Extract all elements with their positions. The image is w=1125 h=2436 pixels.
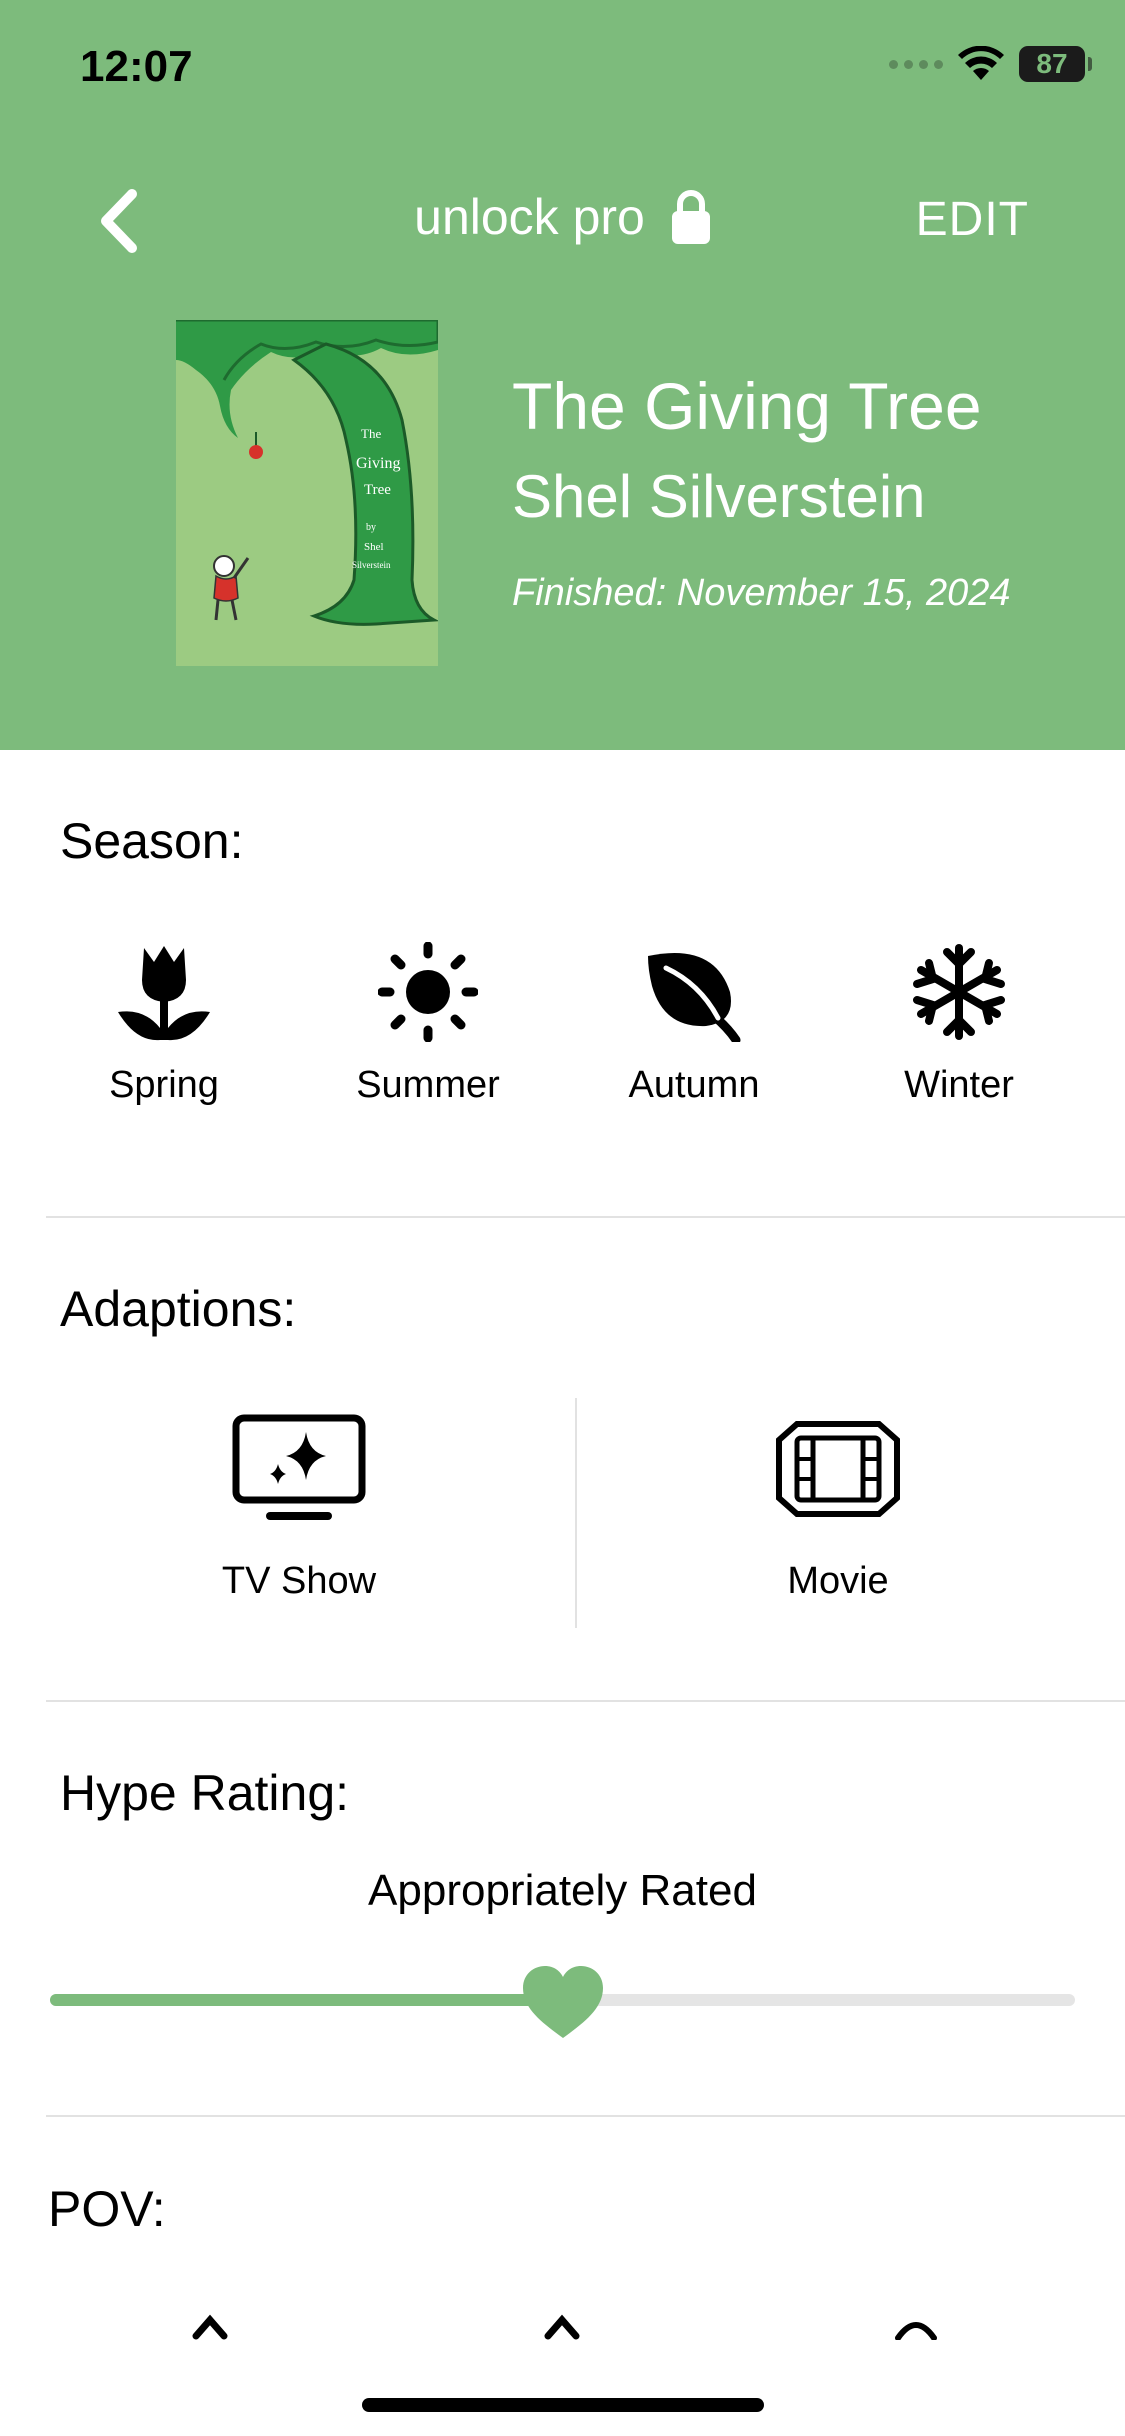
season-summer-option[interactable]: Summer: [338, 942, 518, 1107]
season-winter-option[interactable]: Winter: [869, 942, 1049, 1107]
adaption-tv-show-option[interactable]: TV Show: [149, 1414, 449, 1603]
lock-icon: [671, 190, 710, 244]
edit-button[interactable]: EDIT: [916, 192, 1029, 247]
status-time: 12:07: [80, 42, 193, 91]
book-cover: The Giving Tree by Shel Silverstein: [176, 320, 438, 666]
pov-second-person-icon[interactable]: [532, 2312, 592, 2340]
unlock-pro-label: unlock pro: [414, 189, 645, 245]
cellular-signal-icon: [889, 59, 943, 69]
hype-rating-label: Hype Rating:: [60, 1765, 350, 1821]
adaption-option-label: Movie: [787, 1560, 889, 1602]
snowflake-icon: [913, 944, 1005, 1040]
svg-text:Silverstein: Silverstein: [352, 560, 391, 570]
svg-text:The: The: [361, 426, 381, 441]
adaption-movie-option[interactable]: Movie: [688, 1414, 988, 1603]
svg-text:Tree: Tree: [364, 482, 391, 498]
giving-tree-illustration: The Giving Tree by Shel Silverstein: [176, 320, 438, 666]
finished-date: Finished: November 15, 2024: [512, 572, 1011, 614]
section-divider: [46, 2115, 1125, 2117]
hype-rating-slider[interactable]: [50, 1966, 1075, 2038]
adaptions-divider: [575, 1398, 577, 1628]
film-icon: [776, 1421, 900, 1517]
svg-text:Giving: Giving: [356, 455, 400, 472]
pov-label: POV:: [48, 2181, 166, 2237]
season-label: Season:: [60, 813, 244, 869]
pov-third-person-icon[interactable]: [886, 2312, 946, 2340]
battery-icon: 87: [1019, 46, 1092, 82]
svg-text:Shel: Shel: [364, 541, 384, 553]
wifi-icon: [958, 46, 1004, 80]
heart-thumb-icon[interactable]: [521, 1964, 605, 2040]
season-option-label: Summer: [356, 1064, 500, 1106]
season-spring-option[interactable]: Spring: [74, 942, 254, 1107]
pov-first-person-icon[interactable]: [180, 2312, 240, 2340]
section-divider: [46, 1216, 1125, 1218]
tv-sparkle-icon: [232, 1414, 366, 1520]
section-divider: [46, 1700, 1125, 1702]
slider-fill: [50, 1994, 563, 2006]
hype-rating-value: Appropriately Rated: [368, 1866, 757, 1915]
adaption-option-label: TV Show: [221, 1560, 377, 1602]
adaptions-label: Adaptions:: [60, 1281, 297, 1337]
svg-text:by: by: [366, 522, 376, 533]
leaf-icon: [648, 952, 741, 1042]
season-option-label: Winter: [904, 1064, 1014, 1106]
season-autumn-option[interactable]: Autumn: [604, 942, 784, 1107]
status-icons: 87: [889, 46, 1092, 82]
tulip-icon: [118, 946, 210, 1041]
book-header: 12:07 87 unlock pro EDIT The Giving Tree…: [0, 0, 1125, 750]
season-option-label: Autumn: [628, 1064, 760, 1106]
book-title: The Giving Tree: [512, 369, 982, 443]
sun-icon: [378, 942, 478, 1042]
book-author: Shel Silverstein: [512, 463, 926, 530]
season-option-label: Spring: [109, 1064, 219, 1106]
home-indicator: [362, 2398, 764, 2412]
